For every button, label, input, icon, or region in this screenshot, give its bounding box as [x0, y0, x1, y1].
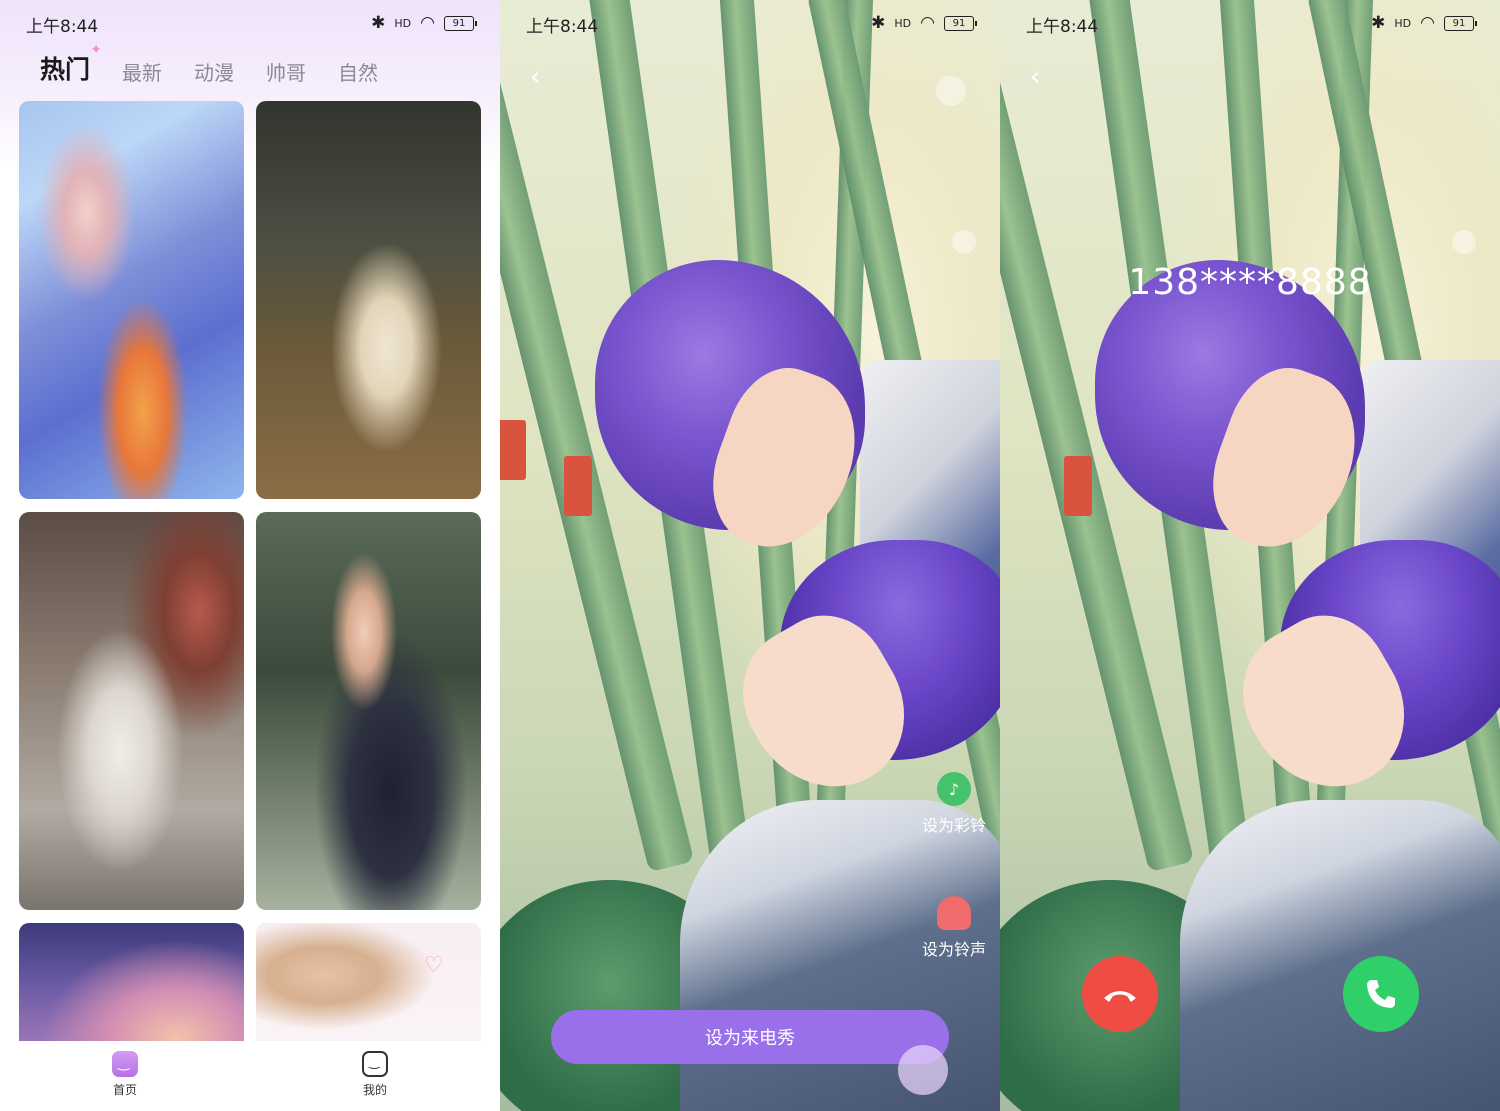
bell-icon	[936, 896, 971, 930]
video-card[interactable]	[19, 923, 244, 1053]
hang-up-icon	[1104, 991, 1136, 1002]
video-card[interactable]	[256, 512, 481, 910]
tab-latest[interactable]: 最新	[122, 49, 162, 86]
tab-hot[interactable]: 热门 ✦	[40, 42, 102, 86]
battery-icon: 91	[1444, 15, 1477, 31]
caller-number: 138****8888	[1128, 262, 1372, 303]
heart-icon: ♡	[424, 953, 444, 978]
set-ringtone-label: 设为铃声	[921, 940, 986, 959]
decline-call-button[interactable]	[1082, 956, 1158, 1032]
home-screen: 上午8:44 ✱ HD ◠ 91 热门✦ 最新 动漫 帅哥 自然 ♡ 首页 我的	[0, 0, 500, 1111]
wifi-icon: ◠	[920, 13, 935, 33]
nav-home[interactable]: 首页	[95, 1051, 155, 1098]
video-card[interactable]: ♡	[256, 923, 481, 1053]
nav-mine[interactable]: 我的	[345, 1051, 405, 1098]
set-ringtone-button[interactable]: 设为铃声	[922, 896, 986, 960]
pointer-hand-icon	[898, 1045, 948, 1095]
tab-handsome[interactable]: 帅哥	[266, 49, 306, 86]
phone-icon	[1367, 980, 1395, 1008]
status-time: 上午8:44	[1026, 17, 1099, 37]
status-bar: 上午8:44 ✱ HD ◠ 91	[26, 10, 477, 38]
preview-screen: 上午8:44 ✱ HD ◠ 91 ‹ ♪ 设为彩铃 设为铃声 设为来电秀	[500, 0, 1000, 1111]
battery-icon: 91	[444, 15, 477, 31]
bluetooth-icon: ✱	[871, 13, 886, 33]
wifi-icon: ◠	[1420, 13, 1435, 33]
back-icon[interactable]: ‹	[530, 62, 540, 92]
tab-nature[interactable]: 自然	[338, 49, 378, 86]
bottom-nav: 首页 我的	[0, 1041, 500, 1111]
category-tabs: 热门 ✦ 最新 动漫 帅哥 自然	[40, 42, 410, 86]
signal-icon: HD	[394, 16, 412, 30]
video-card[interactable]	[19, 101, 244, 499]
status-bar: 上午8:44 ✱ HD ◠ 91	[1026, 10, 1477, 38]
back-icon[interactable]: ‹	[1030, 62, 1040, 92]
incoming-call-screen: 上午8:44 ✱ HD ◠ 91 ‹ 138****8888	[1000, 0, 1500, 1111]
sparkle-icon: ✦	[90, 42, 103, 58]
status-time: 上午8:44	[526, 17, 599, 37]
profile-icon	[362, 1051, 388, 1077]
set-call-show-button[interactable]: 设为来电秀	[551, 1010, 949, 1064]
wallpaper-image	[1000, 0, 1500, 1111]
wifi-icon: ◠	[420, 13, 435, 33]
bluetooth-icon: ✱	[1371, 13, 1386, 33]
home-icon	[112, 1051, 138, 1077]
music-note-icon: ♪	[936, 772, 971, 806]
nav-home-label: 首页	[112, 1083, 137, 1097]
accept-call-button[interactable]	[1343, 956, 1419, 1032]
signal-icon: HD	[1394, 16, 1412, 30]
set-ringback-label: 设为彩铃	[921, 816, 986, 835]
signal-icon: HD	[894, 16, 912, 30]
tab-anime[interactable]: 动漫	[194, 49, 234, 86]
battery-icon: 91	[944, 15, 977, 31]
video-card[interactable]	[19, 512, 244, 910]
video-card[interactable]	[256, 101, 481, 499]
bluetooth-icon: ✱	[371, 13, 386, 33]
set-ringback-button[interactable]: ♪ 设为彩铃	[922, 772, 986, 836]
nav-mine-label: 我的	[362, 1083, 387, 1097]
status-bar: 上午8:44 ✱ HD ◠ 91	[526, 10, 977, 38]
status-time: 上午8:44	[26, 17, 99, 37]
